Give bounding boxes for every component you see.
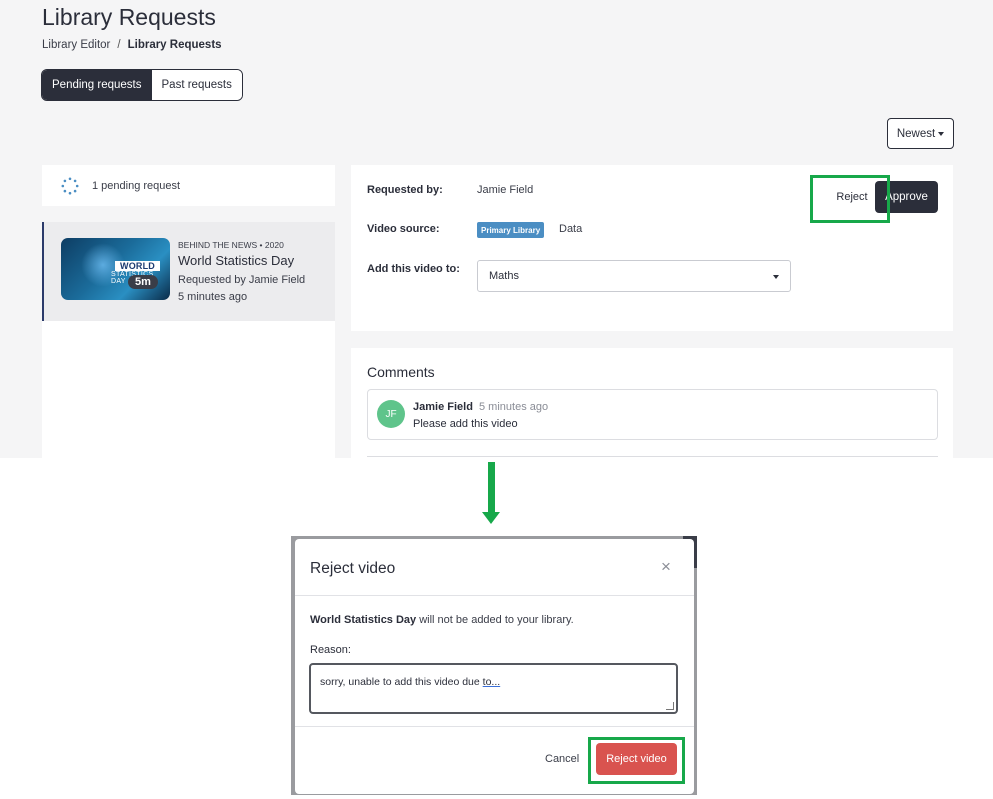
breadcrumb-separator: /	[117, 39, 121, 51]
requested-by-value: Jamie Field	[477, 184, 534, 196]
modal-message-video: World Statistics Day	[310, 614, 417, 626]
pending-count-box: 1 pending request	[42, 165, 335, 206]
pending-count-text: 1 pending request	[92, 179, 181, 192]
library-requests-screen: Library Requests Library Editor / Library …	[0, 0, 993, 458]
comment-author: Jamie Field	[413, 401, 473, 413]
breadcrumb-current: Library Requests	[127, 39, 222, 51]
reason-text-spellcheck: to...	[482, 676, 501, 688]
request-list: WORLD STATISTICS DAY 5m BEHIND THE NEWS …	[42, 222, 335, 458]
page-title: Library Requests	[42, 4, 216, 30]
modal-message-rest: will not be added to your library.	[416, 614, 574, 626]
request-tabs: Pending requests Past requests	[41, 69, 243, 101]
add-to-library-select[interactable]: Maths	[477, 260, 791, 292]
sort-label: Newest	[896, 127, 936, 140]
modal-message: World Statistics Day will not be added t…	[310, 614, 574, 626]
video-source-value: Data	[559, 223, 583, 235]
divider	[295, 726, 694, 727]
thumbnail-title-text: WORLD	[115, 261, 160, 271]
breadcrumb: Library Editor / Library Requests	[42, 39, 222, 51]
video-source-label: Video source:	[367, 223, 440, 235]
down-arrow-icon	[488, 462, 495, 514]
video-requested-by: Requested by Jamie Field	[178, 274, 306, 286]
comments-heading: Comments	[367, 364, 435, 380]
video-title: World Statistics Day	[178, 253, 295, 268]
reject-video-highlight-box	[588, 737, 685, 784]
request-list-item[interactable]: WORLD STATISTICS DAY 5m BEHIND THE NEWS …	[42, 222, 335, 321]
modal-title: Reject video	[310, 560, 396, 577]
caret-down-icon	[938, 131, 945, 136]
caret-down-icon	[773, 275, 779, 279]
select-value: Maths	[489, 270, 519, 282]
duration-badge: 5m	[128, 275, 158, 289]
source-badge: Primary Library	[477, 222, 545, 238]
down-arrow-head	[482, 512, 500, 524]
add-to-label: Add this video to:	[367, 263, 460, 275]
resize-handle-icon[interactable]	[666, 702, 674, 710]
video-request-time: 5 minutes ago	[178, 291, 248, 303]
requested-by-label: Requested by:	[367, 184, 443, 196]
cancel-button[interactable]: Cancel	[545, 753, 579, 765]
divider	[367, 456, 938, 457]
close-icon[interactable]: ×	[661, 558, 675, 575]
breadcrumb-parent-link[interactable]: Library Editor	[42, 39, 110, 51]
loading-spinner-icon	[61, 177, 79, 194]
video-series: BEHIND THE NEWS • 2020	[178, 240, 284, 250]
reason-textarea[interactable]: sorry, unable to add this video due to..…	[309, 663, 678, 714]
reason-text: sorry, unable to add this video due	[320, 676, 483, 688]
divider	[295, 595, 694, 596]
tab-past-requests[interactable]: Past requests	[151, 70, 242, 100]
comment-item: JF Jamie Field 5 minutes ago Please add …	[367, 389, 938, 440]
video-thumbnail: WORLD STATISTICS DAY 5m	[61, 238, 170, 300]
reject-highlight-box	[810, 175, 890, 223]
reason-label: Reason:	[310, 644, 351, 656]
tab-pending-requests[interactable]: Pending requests	[42, 70, 152, 100]
avatar: JF	[377, 400, 405, 428]
comment-time: 5 minutes ago	[479, 401, 549, 413]
sort-dropdown[interactable]: Newest	[887, 118, 954, 149]
comments-panel: Comments JF Jamie Field 5 minutes ago Pl…	[351, 348, 953, 458]
comment-text: Please add this video	[413, 418, 518, 430]
